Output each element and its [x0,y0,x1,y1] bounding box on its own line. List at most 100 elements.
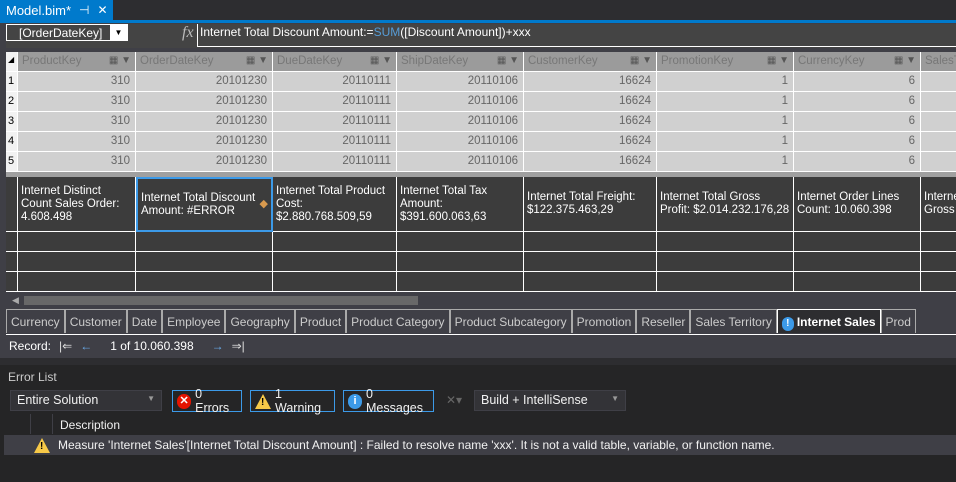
table-cell[interactable]: 6 [794,152,921,172]
column-header[interactable]: DueDateKey ▦ ▼ [273,52,397,72]
measure-cell-empty[interactable] [136,252,273,272]
filter-dropdown-icon[interactable]: ▦ ▼ [630,55,652,66]
measure-cell[interactable]: Internet Gross I [921,177,956,232]
chevron-down-icon[interactable]: ▼ [110,25,127,40]
row-header[interactable]: 5 [6,152,18,172]
measure-cell-empty[interactable] [921,272,956,292]
table-cell[interactable]: 20110106 [397,72,524,92]
filter-dropdown-icon[interactable]: ▦ ▼ [894,55,916,66]
table-cell[interactable] [921,72,956,92]
measure-cell-empty[interactable] [524,232,657,252]
sheet-tab[interactable]: Date [126,309,163,333]
table-cell[interactable]: 1 [657,132,794,152]
measure-cell-empty[interactable] [524,272,657,292]
filter-dropdown-icon[interactable]: ▦ ▼ [246,55,268,66]
filter-dropdown-icon[interactable]: ▦ ▼ [767,55,789,66]
table-cell[interactable]: 20110106 [397,92,524,112]
table-cell[interactable]: 310 [18,72,136,92]
measure-cell-empty[interactable] [136,272,273,292]
row-header[interactable]: 3 [6,112,18,132]
column-header[interactable]: CurrencyKey ▦ ▼ [794,52,921,72]
table-cell[interactable]: 1 [657,92,794,112]
scroll-left-icon[interactable]: ◀ [12,295,19,306]
clear-filter-icon[interactable]: ✕▾ [446,393,462,407]
measure-cell-empty[interactable] [397,272,524,292]
error-list-item[interactable]: ! Measure 'Internet Sales'[Internet Total… [4,435,956,455]
measure-cell-empty[interactable] [397,232,524,252]
table-cell[interactable]: 6 [794,112,921,132]
horizontal-scrollbar[interactable] [24,296,418,305]
next-record-icon[interactable]: → [212,339,224,353]
column-header[interactable]: CustomerKey ▦ ▼ [524,52,657,72]
table-cell[interactable]: 20110106 [397,152,524,172]
table-cell[interactable]: 20101230 [136,112,273,132]
table-cell[interactable] [921,152,956,172]
measure-cell-empty[interactable] [136,232,273,252]
measure-cell[interactable]: Internet Total Product Cost: $2.880.768.… [273,177,397,232]
table-cell[interactable]: 1 [657,112,794,132]
column-selector-dropdown[interactable]: [OrderDateKey] ▼ [6,24,128,41]
table-cell[interactable] [921,112,956,132]
messages-filter-button[interactable]: i0 Messages [343,387,434,415]
table-cell[interactable] [921,132,956,152]
close-icon[interactable]: ✕ [97,3,107,21]
column-header[interactable]: OrderDateKey ▦ ▼ [136,52,273,72]
warnings-filter-button[interactable]: ! 1 Warning [250,387,335,415]
filter-dropdown-icon[interactable]: ▦ ▼ [370,55,392,66]
row-header[interactable]: 1 [6,72,18,92]
table-cell[interactable]: 20101230 [136,132,273,152]
table-cell[interactable]: 20101230 [136,92,273,112]
measure-cell[interactable]: Internet Order Lines Count: 10.060.398 [794,177,921,232]
table-cell[interactable]: 6 [794,72,921,92]
sheet-tab[interactable]: Promotion [571,309,637,333]
table-cell[interactable]: 16624 [524,112,657,132]
sheet-tab[interactable]: Reseller [636,309,691,333]
measure-cell[interactable]: Internet Total Gross Profit: $2.014.232.… [657,177,794,232]
measure-cell[interactable]: Internet Total Discount Amount: #ERROR ◆ [136,177,273,232]
table-cell[interactable]: 16624 [524,152,657,172]
measure-cell-empty[interactable] [657,252,794,272]
first-record-icon[interactable]: |⇐ [59,339,72,353]
last-record-icon[interactable]: ⇒| [232,339,245,353]
table-cell[interactable]: 16624 [524,92,657,112]
table-cell[interactable]: 20110111 [273,72,397,92]
sheet-tab[interactable]: ! Internet Sales [776,309,881,333]
sheet-tab[interactable]: Product Category [346,309,450,333]
table-cell[interactable]: 20110111 [273,92,397,112]
table-cell[interactable]: 6 [794,92,921,112]
table-cell[interactable]: 16624 [524,132,657,152]
document-tab-model-bim[interactable]: Model.bim* ⊣ ✕ [0,0,113,21]
measure-cell-empty[interactable] [921,232,956,252]
measure-cell-empty[interactable] [524,252,657,272]
table-cell[interactable]: 20110106 [397,112,524,132]
row-header[interactable]: 2 [6,92,18,112]
measure-cell-empty[interactable] [657,232,794,252]
measure-cell-empty[interactable] [794,232,921,252]
column-header[interactable]: ProductKey ▦ ▼ [18,52,136,72]
measure-cell-empty[interactable] [18,272,136,292]
measure-cell[interactable]: Internet Total Freight: $122.375.463,29 [524,177,657,232]
pin-icon[interactable]: ⊣ [79,3,89,21]
table-cell[interactable]: 20101230 [136,72,273,92]
measure-cell[interactable]: Internet Distinct Count Sales Order: 4.6… [18,177,136,232]
sheet-tab[interactable]: Customer [64,309,127,333]
select-all-corner[interactable]: ◢ [6,52,18,72]
filter-dropdown-icon[interactable]: ▦ ▼ [497,55,519,66]
column-header[interactable]: SalesT▦ ▼ [921,52,956,72]
sheet-tab[interactable]: Currency [6,309,65,333]
table-cell[interactable]: 310 [18,112,136,132]
sheet-tab[interactable]: Geography [225,309,295,333]
sheet-tab[interactable]: Employee [162,309,226,333]
table-cell[interactable]: 16624 [524,72,657,92]
row-header[interactable]: 4 [6,132,18,152]
sheet-tab[interactable]: Product [294,309,347,333]
error-indicator-icon[interactable]: ◆ [260,198,268,211]
table-cell[interactable]: 20110111 [273,152,397,172]
measure-cell-empty[interactable] [657,272,794,292]
column-header[interactable]: ShipDateKey ▦ ▼ [397,52,524,72]
table-cell[interactable]: 20101230 [136,152,273,172]
measure-cell-empty[interactable] [273,272,397,292]
table-cell[interactable] [921,92,956,112]
table-cell[interactable]: 6 [794,132,921,152]
table-cell[interactable]: 20110106 [397,132,524,152]
